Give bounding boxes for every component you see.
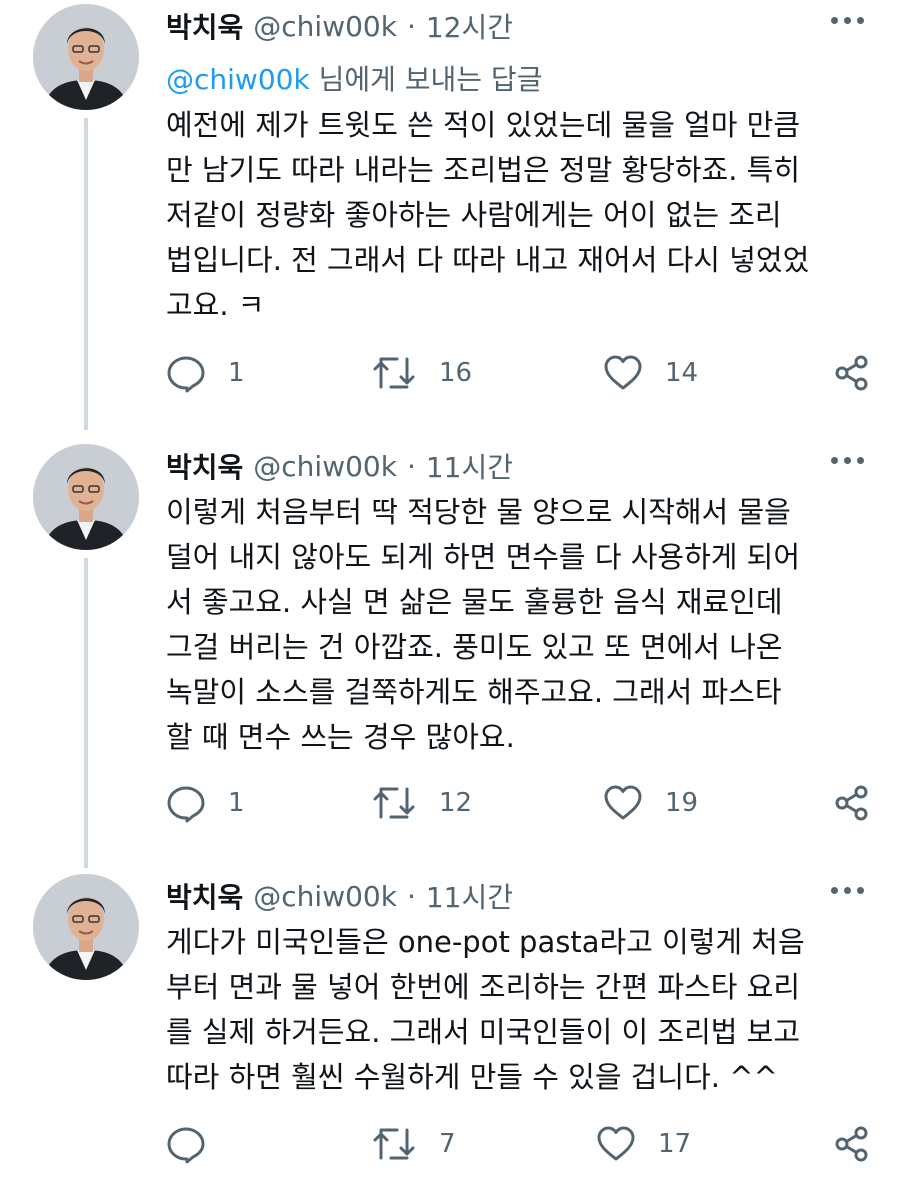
author-name[interactable]: 박치욱	[166, 6, 243, 46]
tweet-2[interactable]: 박치욱 @chiw00k · 11시간 이렇게 처음부터 딱 적당한 물 양으로…	[0, 440, 900, 868]
separator-dot: ·	[406, 879, 416, 913]
retweet-button[interactable]: 16	[371, 353, 472, 393]
author-name[interactable]: 박치욱	[166, 446, 243, 486]
tweet-text-line: 부터 면과 물 넣어 한번에 조리하는 간편 파스타 요리	[166, 970, 801, 1004]
tweet-1[interactable]: 박치욱 @chiw00k · 12시간 @chiw00k 님에게 보내는 답글 …	[0, 0, 900, 430]
avatar-image	[33, 444, 139, 550]
thread-line	[84, 558, 88, 868]
like-count: 14	[665, 358, 699, 388]
author-handle[interactable]: @chiw00k	[253, 450, 397, 483]
tweet-text-line: 이렇게 처음부터 딱 적당한 물 양으로 시작해서 물을	[166, 495, 791, 529]
replying-to: @chiw00k 님에게 보내는 답글	[166, 58, 542, 98]
share-button[interactable]	[834, 355, 870, 395]
heart-icon	[604, 355, 642, 390]
tweet-text: 예전에 제가 트윗도 쓴 적이 있었는데 물을 얼마 만큼 만 남기도 따라 내…	[166, 103, 878, 328]
reply-icon	[167, 1127, 205, 1164]
tweet-text-line: 게다가 미국인들은 one-pot pasta라고 이렇게 처음	[166, 925, 805, 959]
action-bar: 1 16 14	[166, 353, 870, 393]
retweet-icon	[373, 787, 415, 819]
like-button[interactable]: 14	[603, 353, 698, 393]
tweet-text-line: 만 남기도 따라 내라는 조리법은 정말 황당하죠. 특히	[166, 153, 801, 187]
avatar[interactable]	[33, 4, 139, 110]
heart-icon	[597, 1126, 635, 1161]
like-button[interactable]: 19	[603, 783, 698, 823]
more-icon[interactable]	[831, 454, 865, 468]
retweet-icon	[373, 357, 415, 389]
reply-button[interactable]: 1	[166, 353, 245, 393]
share-button[interactable]	[834, 1126, 870, 1166]
share-icon	[835, 1126, 868, 1162]
author-handle[interactable]: @chiw00k	[253, 10, 397, 43]
retweet-icon	[373, 1128, 415, 1160]
reply-icon	[167, 786, 205, 823]
tweet-text: 게다가 미국인들은 one-pot pasta라고 이렇게 처음 부터 면과 물…	[166, 920, 878, 1100]
tweet-text-line: 를 실제 하거든요. 그래서 미국인들이 이 조리법 보고	[166, 1015, 801, 1049]
retweet-button[interactable]: 7	[371, 1124, 456, 1164]
tweet-text-line: 녹말이 소스를 걸쭉하게도 해주고요. 그래서 파스타	[166, 675, 782, 709]
tweet-text-line: 법입니다. 전 그래서 다 따라 내고 재어서 다시 넣었었	[166, 243, 810, 277]
tweet-text-line: 예전에 제가 트윗도 쓴 적이 있었는데 물을 얼마 만큼	[166, 108, 801, 142]
reply-icon	[167, 356, 205, 393]
reply-mention-link[interactable]: @chiw00k	[166, 63, 310, 96]
more-icon[interactable]	[831, 884, 865, 898]
separator-dot: ·	[406, 9, 416, 43]
author-name[interactable]: 박치욱	[166, 876, 243, 916]
tweet-text-line: 저같이 정량화 좋아하는 사람에게는 어이 없는 조리	[166, 198, 782, 232]
thread-line	[84, 118, 88, 430]
tweet-header: 박치욱 @chiw00k · 11시간	[166, 446, 513, 486]
more-icon[interactable]	[831, 14, 865, 28]
action-bar: 1 12 19	[166, 783, 870, 823]
like-count: 19	[665, 788, 699, 818]
timestamp[interactable]: 11시간	[426, 876, 513, 916]
avatar-image	[33, 874, 139, 980]
retweet-count: 16	[439, 358, 473, 388]
retweet-count: 12	[439, 788, 473, 818]
reply-button[interactable]: 1	[166, 783, 245, 823]
timestamp[interactable]: 11시간	[426, 446, 513, 486]
share-icon	[835, 785, 868, 821]
tweet-header: 박치욱 @chiw00k · 12시간	[166, 6, 513, 46]
reply-button[interactable]	[166, 1124, 228, 1164]
tweet-text-line: 따라 하면 훨씬 수월하게 만들 수 있을 겁니다. ^^	[166, 1060, 778, 1094]
like-button[interactable]: 17	[596, 1124, 691, 1164]
retweet-button[interactable]: 12	[371, 783, 472, 823]
reply-count: 1	[228, 788, 245, 818]
avatar[interactable]	[33, 444, 139, 550]
tweet-text-line: 덜어 내지 않아도 되게 하면 면수를 다 사용하게 되어	[166, 540, 801, 574]
reply-count: 1	[228, 358, 245, 388]
timestamp[interactable]: 12시간	[426, 6, 513, 46]
heart-icon	[604, 785, 642, 820]
tweet-text: 이렇게 처음부터 딱 적당한 물 양으로 시작해서 물을 덜어 내지 않아도 되…	[166, 490, 878, 760]
action-bar: 7 17	[166, 1124, 870, 1164]
tweet-text-line: 고요. ㅋ	[166, 288, 265, 322]
share-icon	[835, 355, 868, 391]
tweet-text-line: 서 좋고요. 사실 면 삶은 물도 훌륭한 음식 재료인데	[166, 585, 783, 619]
tweet-3[interactable]: 박치욱 @chiw00k · 11시간 게다가 미국인들은 one-pot pa…	[0, 870, 900, 1185]
reply-suffix: 님에게 보내는 답글	[309, 63, 543, 96]
tweet-text-line: 할 때 면수 쓰는 경우 많아요.	[166, 720, 515, 754]
like-count: 17	[658, 1129, 692, 1159]
avatar-image	[33, 4, 139, 110]
share-button[interactable]	[834, 785, 870, 825]
tweet-header: 박치욱 @chiw00k · 11시간	[166, 876, 513, 916]
retweet-count: 7	[439, 1129, 456, 1159]
tweet-text-line: 그걸 버리는 건 아깝죠. 풍미도 있고 또 면에서 나온	[166, 630, 783, 664]
author-handle[interactable]: @chiw00k	[253, 880, 397, 913]
avatar[interactable]	[33, 874, 139, 980]
separator-dot: ·	[406, 449, 416, 483]
